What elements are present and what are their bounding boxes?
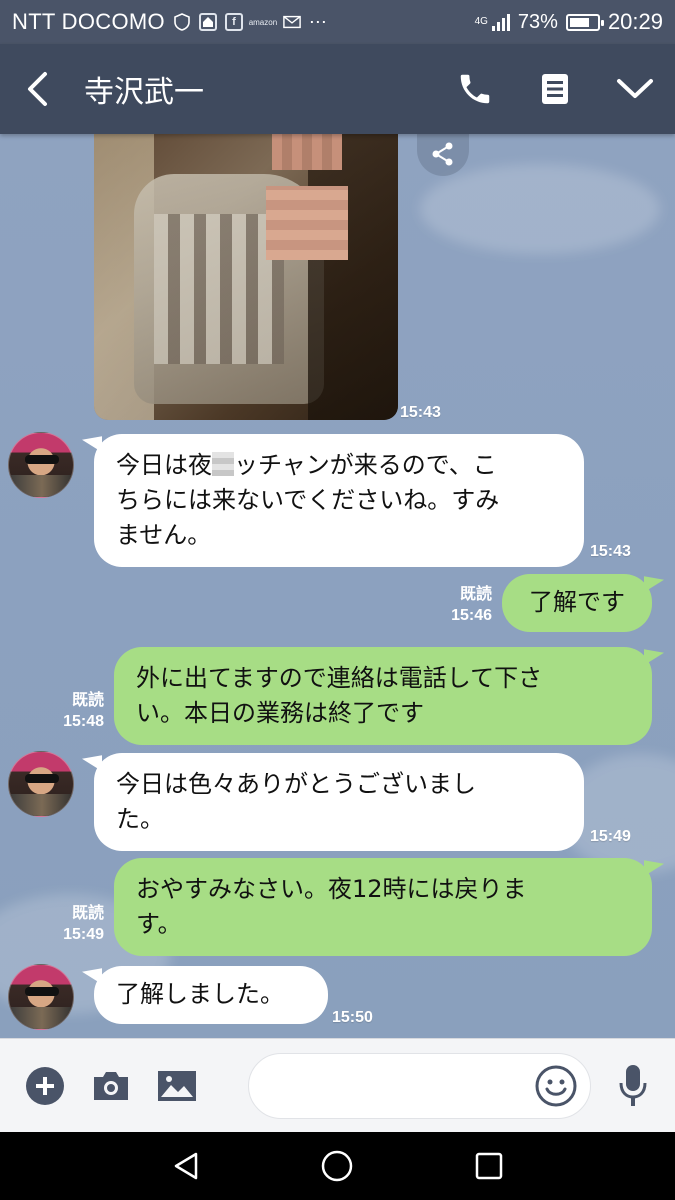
gallery-icon (158, 1070, 196, 1101)
message-line: す。 (136, 910, 182, 938)
read-label: 既読 (71, 690, 104, 709)
mic-icon (619, 1065, 647, 1106)
battery-percent: 73% (517, 10, 558, 33)
pixelated-face (266, 186, 348, 260)
message-time: 15:49 (63, 926, 104, 943)
message-line: 外に出てますので連絡は電話して下さ (136, 664, 543, 692)
status-right: 4G 73% 20:29 (475, 9, 663, 35)
avatar[interactable] (8, 751, 74, 817)
share-button[interactable] (417, 134, 469, 176)
plus-icon (26, 1066, 64, 1105)
system-nav-bar (0, 1132, 675, 1200)
emoji-button[interactable] (533, 1063, 579, 1109)
chat-title: 寺沢武一 (84, 75, 204, 110)
home-circle-icon (322, 1150, 353, 1182)
read-label: 既読 (71, 903, 104, 922)
message-time: 15:46 (451, 607, 492, 624)
avatar[interactable] (8, 432, 74, 498)
message-line: ません。 (116, 521, 212, 549)
message-line: い。本日の業務は終了です (136, 699, 424, 727)
pixelated-face (272, 134, 342, 170)
message-line: 了解です (529, 588, 625, 616)
chevron-down-icon (617, 79, 653, 98)
message-line: ちらには来ないでくださいね。すみ (116, 486, 500, 514)
message-bubble-incoming[interactable]: 今日は夜 ッチャンが来るので、こ ちらには来ないでくださいね。すみ ません。 (94, 434, 584, 567)
back-triangle-icon (174, 1152, 198, 1180)
gallery-button[interactable] (144, 1039, 210, 1133)
message-bubble-outgoing[interactable]: 外に出てますので連絡は電話して下さ い。本日の業務は終了です (114, 647, 652, 745)
chat-area[interactable]: 15:43 今日は夜 ッチャンが来るので、こ ちらには来ないでくださいね。すみ ま… (0, 134, 675, 1038)
shield-icon (173, 13, 191, 31)
message-line: 了解しました。 (116, 980, 284, 1008)
message-time: 15:49 (590, 828, 631, 845)
read-receipt: 既読 15:48 (52, 689, 104, 733)
message-line: 今日は色々ありがとうございまし (116, 770, 476, 798)
chat-header: 寺沢武一 (0, 44, 675, 134)
message-bubble-outgoing[interactable]: 了解です (502, 574, 652, 632)
carrier-label: NTT DOCOMO (12, 9, 165, 34)
add-button[interactable] (12, 1039, 78, 1133)
notes-button[interactable] (515, 44, 595, 134)
message-line: た。 (116, 805, 164, 833)
message-time: 15:50 (332, 1009, 373, 1026)
menu-toggle-button[interactable] (595, 44, 675, 134)
blurred-character (212, 452, 234, 476)
voice-button[interactable] (606, 1059, 660, 1113)
mail-icon (283, 13, 301, 31)
message-bubble-incoming[interactable]: 了解しました。 (94, 966, 328, 1024)
message-bubble-outgoing[interactable]: おやすみなさい。夜12時には戻りま す。 (114, 858, 652, 956)
nav-recents-button[interactable] (459, 1136, 519, 1196)
shared-photo[interactable] (94, 134, 398, 420)
message-text: ッチャンが来るので、こ (234, 451, 497, 479)
photo-region (154, 214, 284, 364)
message-line: おやすみなさい。夜12時には戻りま (136, 875, 527, 903)
call-button[interactable] (435, 44, 515, 134)
note-icon (542, 74, 568, 104)
nav-home-button[interactable] (307, 1136, 367, 1196)
battery-icon (565, 13, 604, 31)
status-bar: NTT DOCOMO f amazon ⋯ 4G 73% 20:29 (0, 0, 675, 44)
read-label: 既読 (459, 584, 492, 603)
emoji-icon (535, 1065, 577, 1107)
amazon-icon: amazon (248, 17, 278, 27)
message-text: 今日は夜 (116, 451, 212, 479)
nav-back-button[interactable] (156, 1136, 216, 1196)
message-time: 15:48 (63, 713, 104, 730)
home-icon (198, 13, 217, 31)
photo-region (308, 134, 398, 420)
read-receipt: 既読 15:46 (440, 583, 492, 627)
message-line: 今日は夜 ッチャンが来るので、こ (116, 448, 562, 483)
clock: 20:29 (607, 9, 663, 34)
signal-icon (491, 13, 510, 31)
network-label: 4G (474, 16, 488, 27)
read-receipt: 既読 15:49 (52, 902, 104, 946)
phone-icon (460, 74, 490, 104)
message-time: 15:43 (400, 404, 441, 421)
facebook-icon: f (224, 13, 243, 31)
status-left: NTT DOCOMO f amazon ⋯ (12, 9, 328, 35)
camera-button[interactable] (78, 1039, 144, 1133)
camera-icon (94, 1071, 128, 1100)
more-dots-icon: ⋯ (308, 11, 328, 32)
message-bubble-incoming[interactable]: 今日は色々ありがとうございまし た。 (94, 753, 584, 851)
back-button[interactable] (0, 44, 74, 134)
input-bar (0, 1038, 675, 1132)
message-time: 15:43 (590, 543, 631, 560)
avatar[interactable] (8, 964, 74, 1030)
recents-square-icon (475, 1152, 503, 1180)
share-icon (432, 142, 453, 166)
back-icon (28, 72, 47, 106)
background-cloud (420, 164, 660, 254)
